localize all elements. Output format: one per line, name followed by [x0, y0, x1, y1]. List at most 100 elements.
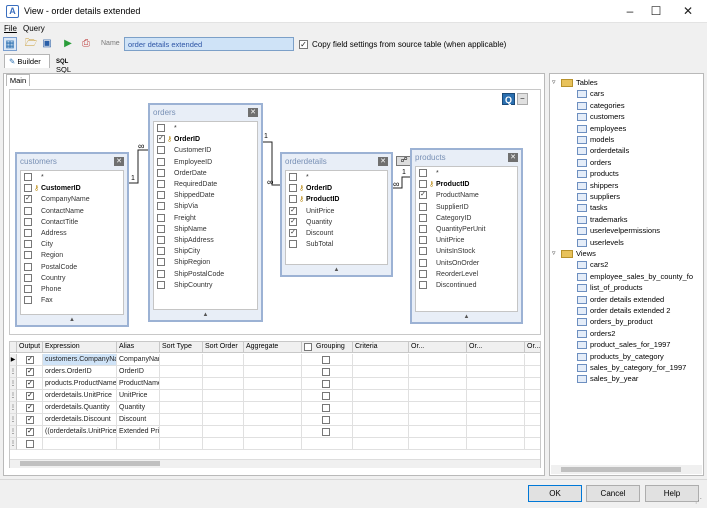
field-checkbox[interactable]	[157, 269, 165, 278]
grid-cell[interactable]	[467, 378, 525, 390]
grid-cell[interactable]	[409, 366, 467, 378]
grid-cell[interactable]	[160, 378, 203, 390]
grid-cell[interactable]	[409, 354, 467, 366]
grid-cell[interactable]	[203, 390, 244, 402]
grid-cell[interactable]: Extended Price	[117, 426, 160, 438]
row-selector[interactable]: ⋮	[10, 438, 17, 450]
grid-cell[interactable]	[525, 402, 540, 414]
grid-cell[interactable]	[525, 426, 540, 438]
row-selector[interactable]: ⋮	[10, 402, 17, 414]
field-checkbox[interactable]	[157, 146, 165, 155]
grid-cell[interactable]	[244, 378, 302, 390]
grid-cell[interactable]: orderdetails.Discount	[43, 414, 117, 426]
output-checkbox[interactable]: ✓	[26, 356, 34, 364]
grid-cell[interactable]	[244, 426, 302, 438]
grid-column-header[interactable]: Or...	[467, 342, 525, 353]
grid-cell[interactable]	[525, 438, 540, 450]
field-checkbox[interactable]	[419, 213, 427, 222]
field-checkbox[interactable]	[419, 202, 427, 211]
grid-cell[interactable]: UnitPrice	[117, 390, 160, 402]
scroll-up-icon[interactable]: ▲	[282, 265, 391, 275]
field-checkbox[interactable]	[289, 184, 297, 193]
field-checkbox[interactable]	[24, 206, 32, 215]
grid-cell[interactable]	[525, 354, 540, 366]
grid-cell[interactable]	[203, 414, 244, 426]
output-checkbox[interactable]: ✓	[26, 404, 34, 412]
tree-scroll-thumb[interactable]	[561, 467, 681, 472]
scroll-up-icon[interactable]: ▲	[150, 310, 261, 320]
field-checkbox[interactable]: ✓	[24, 195, 32, 204]
grid-cell[interactable]	[467, 402, 525, 414]
field-checkbox[interactable]	[157, 247, 165, 256]
grid-cell[interactable]	[203, 366, 244, 378]
table-customers[interactable]: customers ✕ * ⚷ CustomerID ✓ CompanyName Cont…	[15, 152, 129, 327]
zoom-icon[interactable]: Q	[502, 93, 515, 105]
field-checkbox[interactable]	[419, 225, 427, 233]
grid-column-header[interactable]: Sort Order	[203, 342, 244, 353]
field-checkbox[interactable]: ✓	[289, 229, 297, 237]
close-icon[interactable]: ✕	[378, 157, 388, 166]
grid-cell[interactable]	[244, 390, 302, 402]
grid-cell[interactable]	[353, 390, 409, 402]
grid-cell[interactable]	[525, 378, 540, 390]
grid-cell[interactable]	[353, 366, 409, 378]
grid-column-header[interactable]: Or...	[409, 342, 467, 353]
scroll-up-icon[interactable]: ▲	[17, 315, 127, 325]
field-checkbox[interactable]: ✓	[157, 135, 165, 144]
grid-cell[interactable]	[409, 426, 467, 438]
field-checkbox[interactable]	[157, 180, 165, 188]
field-checkbox[interactable]	[24, 173, 32, 181]
field-checkbox[interactable]	[24, 296, 32, 305]
resize-grip-icon[interactable]: ⋰	[695, 497, 702, 505]
grid-cell[interactable]	[244, 354, 302, 366]
field-checkbox[interactable]	[24, 184, 32, 193]
grouping-checkbox[interactable]	[322, 356, 330, 364]
grid-cell[interactable]	[160, 402, 203, 414]
grid-cell[interactable]	[160, 354, 203, 366]
help-button[interactable]: Help	[645, 485, 699, 502]
grid-column-header[interactable]: Expression	[43, 342, 117, 353]
grid-column-header[interactable]: Criteria	[353, 342, 409, 353]
field-checkbox[interactable]	[24, 251, 32, 260]
grid-cell[interactable]	[353, 414, 409, 426]
field-checkbox[interactable]: ✓	[419, 191, 427, 200]
grid-column-header[interactable]: Output	[17, 342, 43, 353]
field-checkbox[interactable]	[24, 273, 32, 282]
grid-cell[interactable]	[467, 414, 525, 426]
grid-cell[interactable]	[525, 414, 540, 426]
grid-cell[interactable]	[43, 438, 117, 450]
field-checkbox[interactable]	[157, 124, 165, 132]
grid-cell[interactable]	[244, 402, 302, 414]
close-icon[interactable]: ✕	[114, 157, 124, 166]
grid-cell[interactable]	[117, 438, 160, 450]
grid-cell[interactable]	[409, 378, 467, 390]
field-checkbox[interactable]	[419, 180, 427, 189]
table-products[interactable]: products ✕ * ⚷ ProductID ✓ ProductName Suppli…	[410, 148, 523, 324]
grid-cell[interactable]	[467, 390, 525, 402]
field-checkbox[interactable]	[24, 285, 32, 293]
grid-cell[interactable]	[203, 426, 244, 438]
grid-cell[interactable]	[160, 438, 203, 450]
field-checkbox[interactable]	[419, 236, 427, 245]
output-checkbox[interactable]	[26, 440, 34, 448]
row-selector[interactable]: ⋮	[10, 414, 17, 426]
table-orderdetails[interactable]: orderdetails ✕ * ⚷ OrderID ⚷ ProductID ✓ UnitP…	[280, 152, 393, 277]
field-checkbox[interactable]: ✓	[289, 217, 297, 226]
grid-cell[interactable]	[353, 402, 409, 414]
field-checkbox[interactable]	[157, 236, 165, 244]
grid-cell[interactable]	[353, 378, 409, 390]
field-checkbox[interactable]	[157, 202, 165, 211]
grouping-checkbox[interactable]	[322, 416, 330, 424]
grid-cell[interactable]	[525, 366, 540, 378]
grid-column-header[interactable]: Sort Type	[160, 342, 203, 353]
collapse-icon[interactable]: ▿	[552, 77, 556, 88]
output-checkbox[interactable]: ✓	[26, 428, 34, 436]
grid-cell[interactable]: orderdetails.Quantity	[43, 402, 117, 414]
grid-column-header[interactable]: Alias	[117, 342, 160, 353]
output-checkbox[interactable]: ✓	[26, 380, 34, 388]
field-checkbox[interactable]	[419, 281, 427, 289]
row-selector[interactable]: ⋮	[10, 366, 17, 378]
grid-cell[interactable]: Discount	[117, 414, 160, 426]
field-checkbox[interactable]: ✓	[289, 206, 297, 215]
grid-cell[interactable]	[409, 402, 467, 414]
